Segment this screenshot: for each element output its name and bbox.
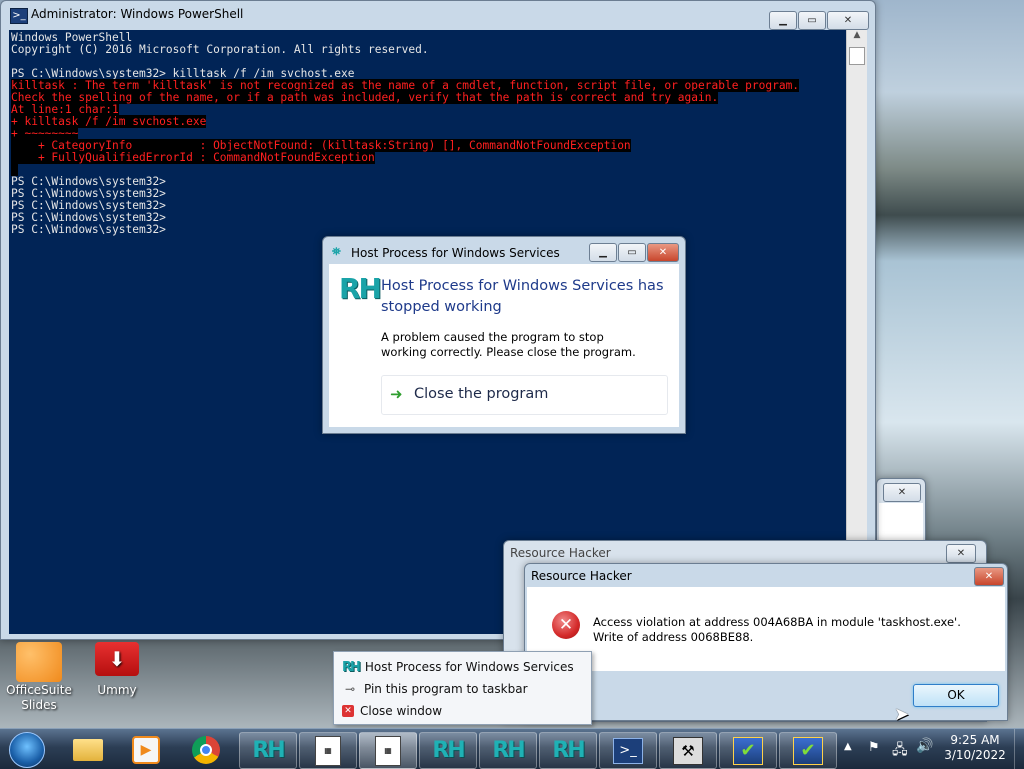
taskbar-media-player[interactable]: ▶ [118, 732, 174, 767]
mouse-pointer-icon: ➤ [894, 704, 910, 725]
network-icon[interactable]: 🖧 [892, 739, 908, 763]
close-program-label: Close the program [414, 386, 549, 402]
scroll-up-arrow[interactable]: ▲ [847, 30, 867, 47]
desktop-icon-ummy[interactable]: ⬇ Ummy [82, 642, 152, 697]
powershell-icon: >_ [10, 8, 28, 24]
host-dialog-heading: Host Process for Windows Services has st… [381, 278, 664, 315]
host-dialog-minimize-button[interactable]: ▁ [589, 243, 617, 262]
host-dialog-message: A problem caused the program to stop wor… [381, 330, 636, 359]
powershell-taskbar-icon: >_ [613, 737, 643, 764]
host-dialog-maximize-button[interactable]: ▭ [618, 243, 646, 262]
jumplist-item-close[interactable]: ✕ Close window [342, 701, 442, 721]
rh-taskbar-icon-2: RH [432, 738, 465, 763]
console-error-line: + FullyQualifiedErrorId : CommandNotFoun… [11, 151, 375, 164]
host-dialog-title: Host Process for Windows Services [351, 246, 560, 260]
rh-inner-title: Resource Hacker [531, 569, 632, 583]
rh-inner-pane: ✕ Access violation at address 004A68BA i… [527, 587, 1005, 671]
rh-error-message: Access violation at address 004A68BA in … [593, 615, 961, 644]
host-dialog-titlebar[interactable]: ⛯ Host Process for Windows Services ▁ ▭ … [323, 237, 685, 265]
ummy-icon: ⬇ [95, 642, 139, 676]
jumplist-item-app[interactable]: RH Host Process for Windows Services [342, 657, 574, 677]
host-dialog-pane: RH Host Process for Windows Services has… [329, 264, 679, 427]
rh-taskbar-icon-3: RH [492, 738, 525, 763]
background-window-pane [879, 503, 923, 541]
clock-date: 3/10/2022 [944, 748, 1006, 762]
windows-orb-icon [9, 731, 45, 768]
start-button[interactable] [2, 731, 52, 768]
host-dialog-caption-buttons: ▁ ▭ ✕ [589, 243, 679, 262]
pin-icon: ⊸ [344, 682, 356, 696]
show-hidden-icons-button[interactable]: ▲ [844, 741, 852, 752]
background-window-close-button[interactable]: ✕ [883, 483, 921, 502]
taskbar-document-2[interactable]: ▦ [359, 732, 417, 769]
taskbar-resource-hacker-1[interactable]: RH [239, 732, 297, 769]
document-icon-2: ▦ [375, 735, 401, 766]
powershell-titlebar[interactable]: >_ Administrator: Windows PowerShell ▁ ▭… [1, 1, 875, 30]
rh-inner-close-button[interactable]: ✕ [974, 567, 1004, 586]
host-dialog-close-button[interactable]: ✕ [647, 243, 679, 262]
taskbar-installer-1[interactable]: ✔ [719, 732, 777, 769]
console-line: Copyright (C) 2016 Microsoft Corporation… [11, 43, 429, 56]
error-icon: ✕ [552, 611, 580, 639]
powershell-caption-buttons: ▁ ▭ ✕ [769, 11, 869, 30]
action-center-icon[interactable]: ⚑ [868, 740, 880, 755]
rh-taskbar-icon-1: RH [252, 738, 285, 763]
console-line: PS C:\Windows\system32> [11, 223, 166, 236]
clock-time: 9:25 AM [950, 733, 1000, 747]
close-button[interactable]: ✕ [827, 11, 869, 30]
taskbar-jump-list: RH Host Process for Windows Services ⊸ P… [333, 651, 592, 725]
volume-icon[interactable]: 🔊 [916, 738, 933, 754]
console-error-line: + killtask /f /im svchost.exe [11, 115, 207, 128]
taskbar-chrome[interactable] [178, 732, 234, 767]
console-error-line: Check the spelling of the name, or if a … [11, 91, 719, 104]
installer-icon-2: ✔ [793, 736, 823, 765]
ok-button[interactable]: OK [913, 684, 999, 707]
officesuite-icon [16, 642, 62, 682]
jumplist-item-pin-label: Pin this program to taskbar [364, 682, 528, 696]
hammer-icon: ⚒ [673, 736, 703, 765]
jumplist-item-app-label: Host Process for Windows Services [364, 660, 574, 674]
desktop-icon-officesuite-label: OfficeSuite Slides [6, 683, 72, 712]
taskbar-document-1[interactable]: ▦ [299, 732, 357, 769]
close-window-icon: ✕ [342, 705, 354, 717]
background-window[interactable]: ✕ [876, 478, 926, 544]
show-desktop-button[interactable] [1014, 729, 1024, 769]
taskbar-resource-hacker-4[interactable]: RH [539, 732, 597, 769]
rh-small-icon: RH [342, 659, 361, 675]
taskbar-explorer[interactable] [60, 732, 116, 767]
taskbar-resource-hacker-2[interactable]: RH [419, 732, 477, 769]
scroll-thumb[interactable] [849, 47, 865, 65]
minimize-button[interactable]: ▁ [769, 11, 797, 30]
media-player-icon: ▶ [132, 735, 160, 764]
taskbar-powershell[interactable]: >_ [599, 732, 657, 769]
clock[interactable]: 9:25 AM 3/10/2022 [940, 733, 1010, 763]
desktop-icon-officesuite[interactable]: OfficeSuite Slides [4, 642, 74, 713]
jumplist-item-close-label: Close window [360, 704, 443, 718]
taskbar-tool[interactable]: ⚒ [659, 732, 717, 769]
chrome-icon [192, 735, 220, 764]
taskbar-resource-hacker-3[interactable]: RH [479, 732, 537, 769]
powershell-title: Administrator: Windows PowerShell [31, 7, 244, 21]
desktop-icon-ummy-label: Ummy [97, 683, 137, 697]
green-arrow-icon: ➜ [390, 385, 403, 403]
host-process-dialog[interactable]: ⛯ Host Process for Windows Services ▁ ▭ … [322, 236, 686, 434]
rh-taskbar-icon-4: RH [552, 738, 585, 763]
host-dialog-app-icon: ⛯ [332, 245, 341, 258]
folder-icon [73, 738, 103, 761]
taskbar: ▶ RH ▦ ▦ RH RH RH >_ ⚒ ✔ ✔ ▲ ⚑ 🖧 🔊 9:25 … [0, 728, 1024, 769]
rh-logo-icon: RH [339, 272, 382, 305]
jumplist-item-pin[interactable]: ⊸ Pin this program to taskbar [342, 679, 528, 699]
installer-icon: ✔ [733, 736, 763, 765]
taskbar-installer-2[interactable]: ✔ [779, 732, 837, 769]
rh-outer-title: Resource Hacker [510, 546, 611, 560]
maximize-button[interactable]: ▭ [798, 11, 826, 30]
close-program-button[interactable]: ➜ Close the program [381, 375, 668, 415]
resource-hacker-error-dialog[interactable]: Resource Hacker ✕ ✕ Access violation at … [524, 563, 1008, 721]
rh-outer-close-button[interactable]: ✕ [946, 544, 976, 563]
document-icon: ▦ [315, 735, 341, 766]
